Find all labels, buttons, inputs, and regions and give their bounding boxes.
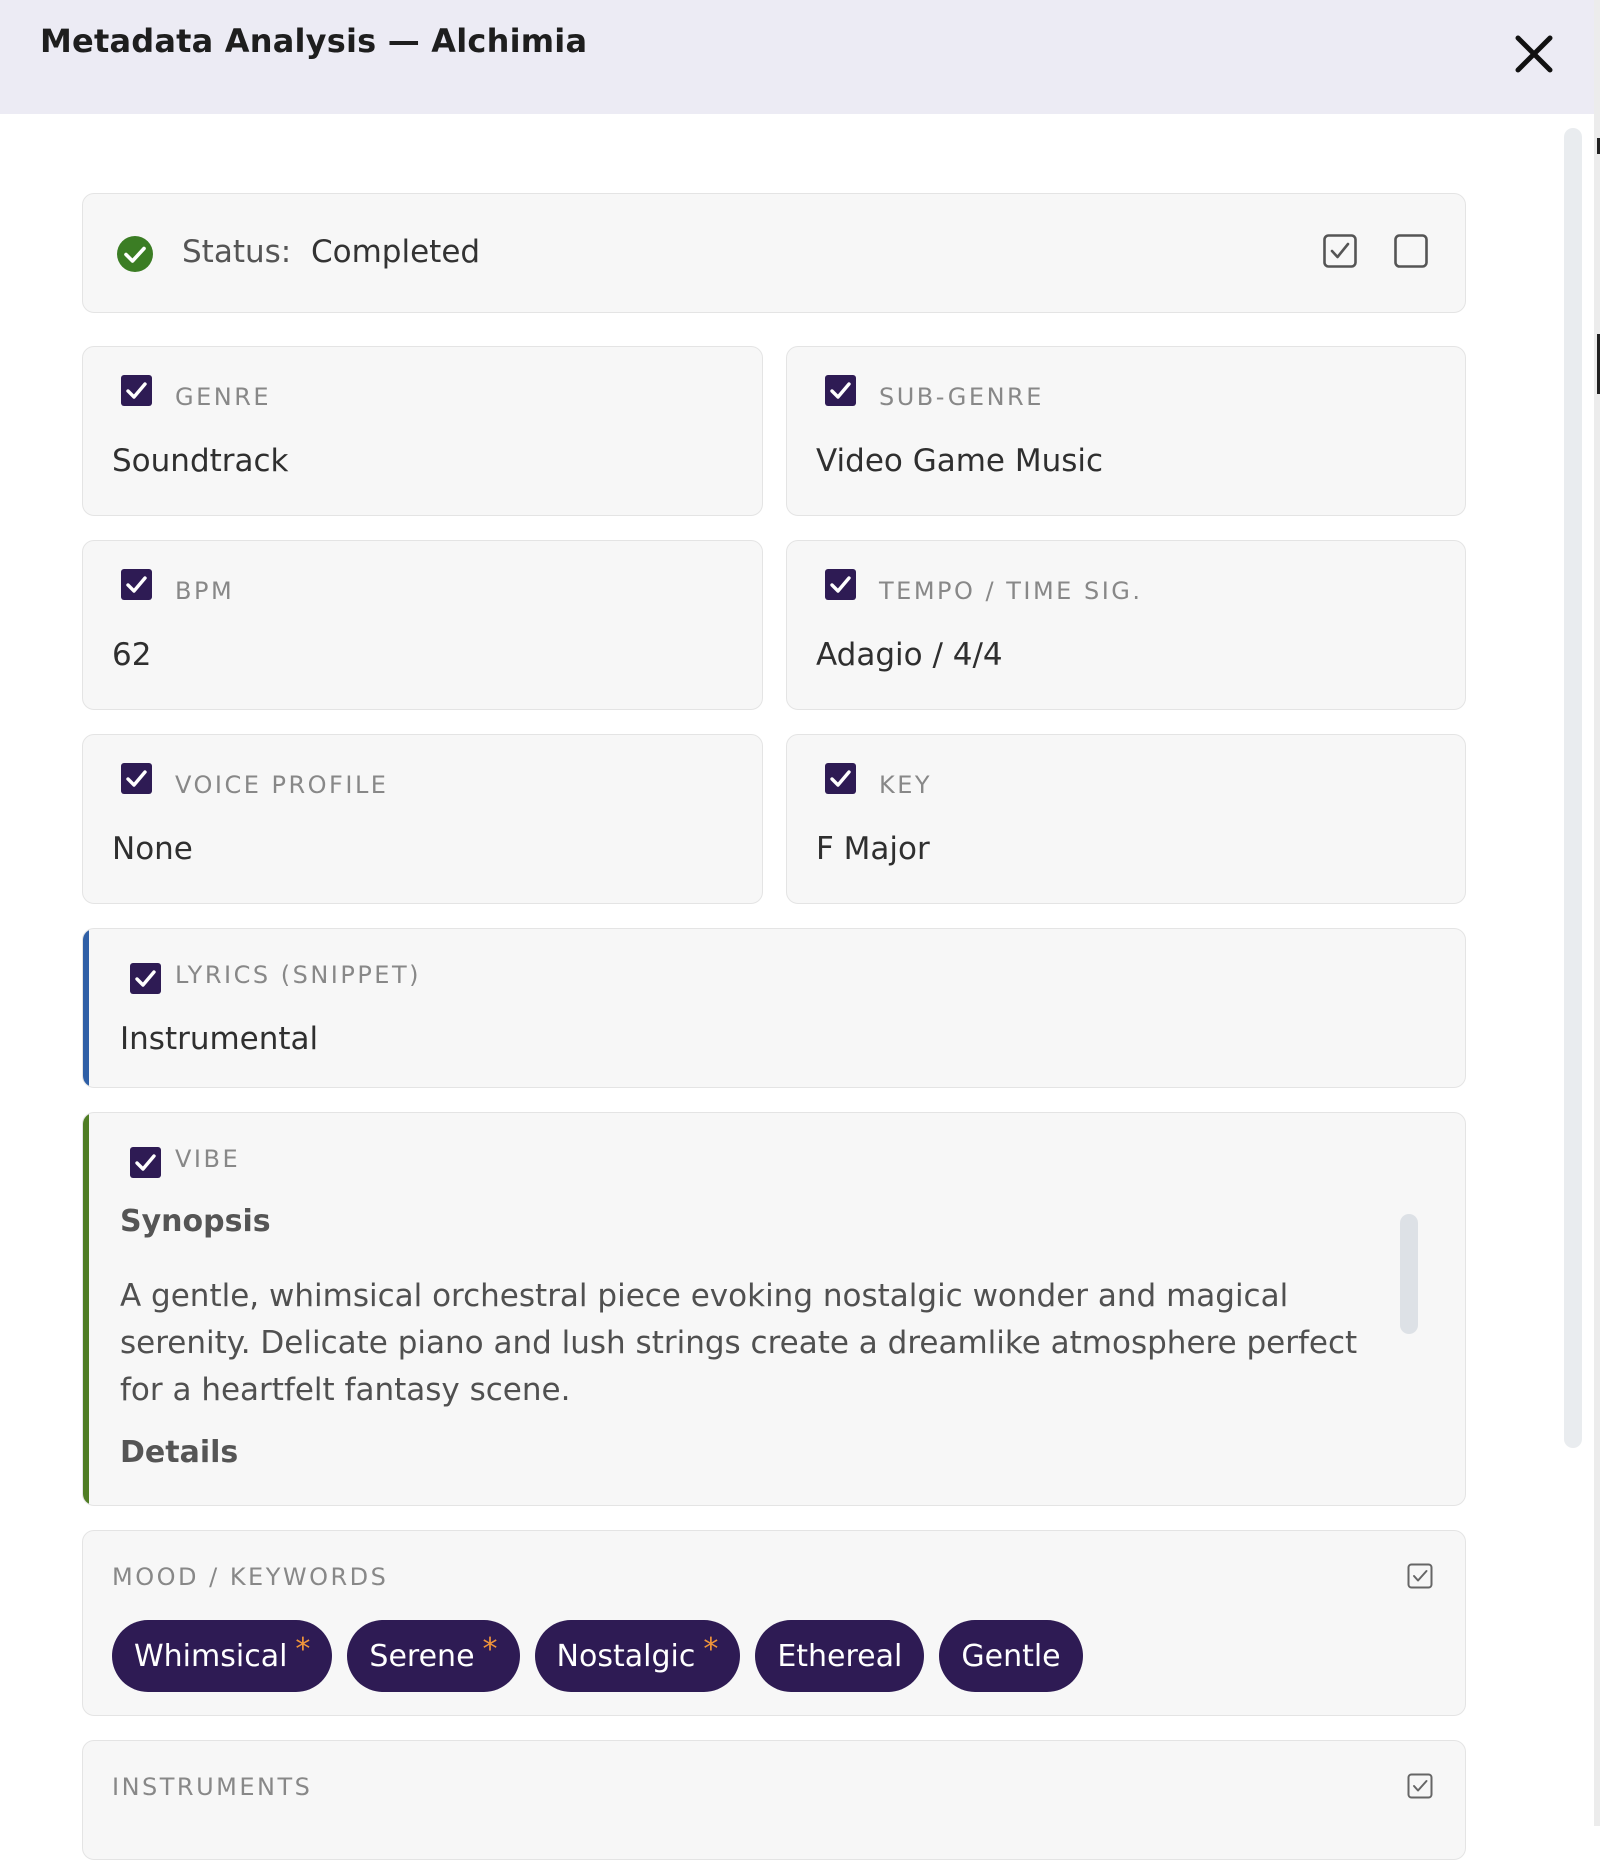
bpm-card: BPM 62 (82, 540, 763, 710)
window-edge (1594, 0, 1600, 1826)
star-icon: * (482, 1631, 498, 1667)
star-icon: * (703, 1631, 719, 1667)
tempo-card: TEMPO / TIME SIG. Adagio / 4/4 (786, 540, 1466, 710)
sub-genre-card: SUB-GENRE Video Game Music (786, 346, 1466, 516)
bpm-label: BPM (175, 577, 235, 605)
modal-header: Metadata Analysis — Alchimia (0, 0, 1594, 114)
vibe-scrollbar[interactable] (1400, 1214, 1418, 1334)
mood-tag-text: Gentle (961, 1638, 1061, 1674)
synopsis-heading: Synopsis (120, 1204, 271, 1239)
checkbox-checked-icon (1323, 234, 1357, 268)
key-label: KEY (879, 771, 933, 799)
close-button[interactable] (1506, 26, 1562, 82)
lyrics-checkbox[interactable] (130, 963, 161, 994)
mood-tag[interactable]: Serene * (347, 1620, 520, 1692)
mood-label: MOOD / KEYWORDS (112, 1563, 389, 1591)
instruments-label: INSTRUMENTS (112, 1773, 313, 1801)
sub-genre-checkbox[interactable] (825, 375, 856, 406)
voice-profile-value: None (112, 831, 193, 867)
key-value: F Major (816, 831, 930, 867)
tempo-checkbox[interactable] (825, 569, 856, 600)
sub-genre-label: SUB-GENRE (879, 383, 1044, 411)
vibe-label: VIBE (175, 1145, 241, 1173)
details-heading: Details (120, 1435, 239, 1470)
mood-tag-text: Serene (369, 1638, 475, 1674)
voice-profile-label: VOICE PROFILE (175, 771, 389, 799)
tempo-value: Adagio / 4/4 (816, 637, 1003, 673)
status-label: Status: (182, 234, 292, 270)
checkbox-checked-icon (1407, 1773, 1433, 1799)
mood-tag-list: Whimsical * Serene * Nostalgic * Etherea… (112, 1620, 1083, 1692)
close-icon (1515, 35, 1553, 73)
check-circle-icon (117, 236, 153, 272)
mood-card: MOOD / KEYWORDS Whimsical * Serene * Nos… (82, 1530, 1466, 1716)
mood-tag-text: Whimsical (134, 1638, 288, 1674)
mood-tag-text: Nostalgic (556, 1638, 696, 1674)
status-value: Completed (311, 234, 481, 270)
bpm-value: 62 (112, 637, 152, 673)
mood-tag[interactable]: Whimsical * (112, 1620, 333, 1692)
tempo-label: TEMPO / TIME SIG. (879, 577, 1143, 605)
mood-tag[interactable]: Ethereal (755, 1620, 925, 1692)
key-card: KEY F Major (786, 734, 1466, 904)
approve-all-button[interactable] (1323, 234, 1357, 272)
modal-title: Metadata Analysis — Alchimia (40, 22, 588, 60)
instruments-approve-button[interactable] (1407, 1773, 1433, 1803)
status-card: Status: Completed (82, 193, 1466, 313)
mood-tag-text: Ethereal (777, 1638, 903, 1674)
bpm-checkbox[interactable] (121, 569, 152, 600)
vibe-accent-bar (83, 1113, 89, 1505)
reject-all-button[interactable] (1394, 234, 1428, 272)
mood-tag[interactable]: Gentle (939, 1620, 1083, 1692)
genre-card: GENRE Soundtrack (82, 346, 763, 516)
mood-tag[interactable]: Nostalgic * (534, 1620, 741, 1692)
genre-checkbox[interactable] (121, 375, 152, 406)
lyrics-label: LYRICS (SNIPPET) (175, 961, 421, 989)
key-checkbox[interactable] (825, 763, 856, 794)
modal-scrollbar[interactable] (1564, 128, 1582, 1448)
synopsis-text: A gentle, whimsical orchestral piece evo… (120, 1278, 1358, 1408)
genre-label: GENRE (175, 383, 272, 411)
voice-profile-checkbox[interactable] (121, 763, 152, 794)
checkbox-checked-icon (1407, 1563, 1433, 1589)
lyrics-card: LYRICS (SNIPPET) Instrumental (82, 928, 1466, 1088)
star-icon: * (295, 1631, 311, 1667)
checkbox-empty-icon (1394, 234, 1428, 268)
genre-value: Soundtrack (112, 443, 289, 479)
vibe-checkbox[interactable] (130, 1147, 161, 1178)
lyrics-accent-bar (83, 929, 89, 1087)
voice-profile-card: VOICE PROFILE None (82, 734, 763, 904)
sub-genre-value: Video Game Music (816, 443, 1104, 479)
lyrics-value: Instrumental (120, 1021, 319, 1057)
instruments-card: INSTRUMENTS (82, 1740, 1466, 1860)
mood-approve-button[interactable] (1407, 1563, 1433, 1593)
vibe-card: VIBE Synopsis A gentle, whimsical orches… (82, 1112, 1466, 1506)
